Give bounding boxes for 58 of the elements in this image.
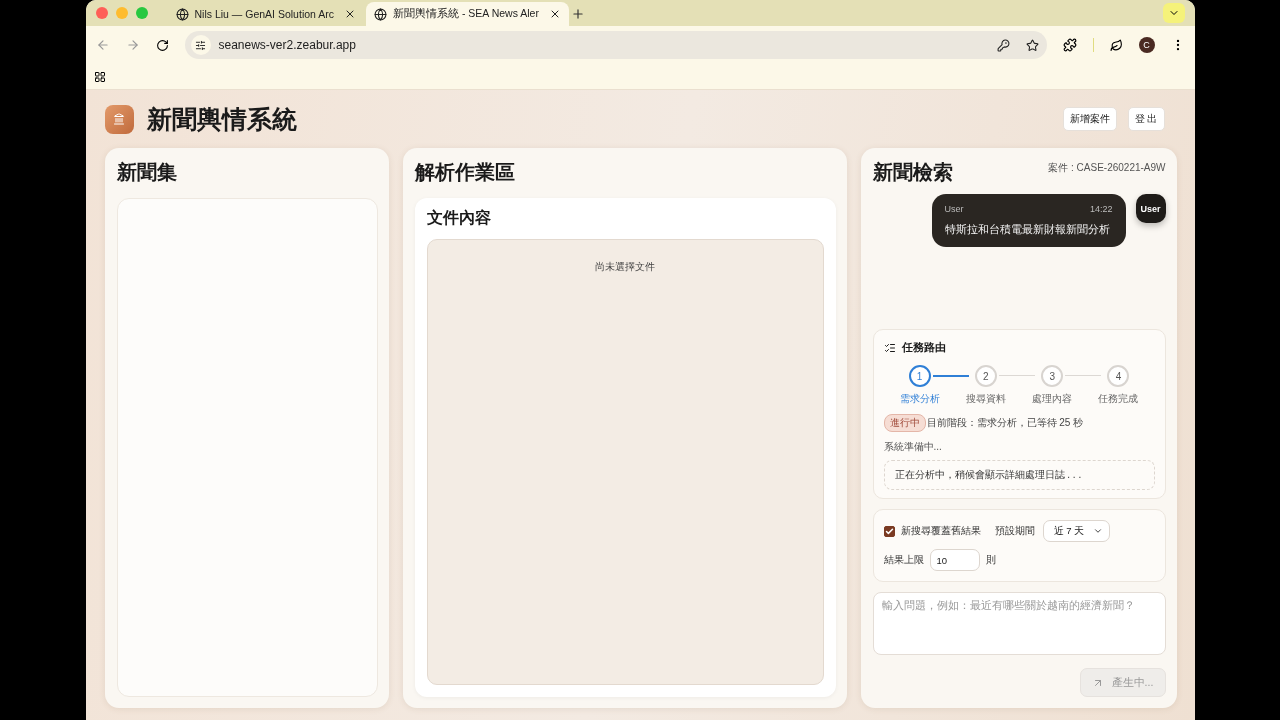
site-settings-icon[interactable] (190, 35, 211, 55)
address-bar[interactable]: seanews-ver2.zeabur.app (184, 31, 1047, 59)
reload-icon[interactable] (155, 38, 169, 52)
user-avatar: User (1135, 194, 1166, 223)
limit-label: 結果上限 (883, 553, 924, 567)
browser-tab[interactable]: Nils Liu — GenAI Solution Arc (167, 2, 364, 26)
period-select[interactable]: 近 7 天 (1042, 520, 1110, 542)
back-icon[interactable] (95, 38, 110, 52)
step-label: 任務完成 (1098, 392, 1139, 406)
message-text: 特斯拉和台積電最新財報新聞分析 (944, 222, 1111, 237)
log-text: 正在分析中，稍候會顯示詳細處理日誌 . . . (883, 460, 1155, 490)
browser-tab[interactable]: 新聞輿情系統 - SEA News Aler (366, 2, 569, 26)
panel-title: 新聞檢索 (872, 160, 953, 185)
step-number: 2 (974, 365, 997, 387)
step-connector (1065, 375, 1102, 376)
header-button[interactable]: 登 出 (1127, 107, 1165, 131)
key-icon[interactable] (996, 38, 1010, 52)
status-text: 目前階段：需求分析，已等待 25 秒 (926, 416, 1084, 430)
step-number: 3 (1041, 365, 1064, 387)
step-connector (998, 375, 1035, 376)
message-time: 14:22 (1089, 204, 1113, 214)
new-tab-icon[interactable] (570, 7, 585, 21)
step-label: 搜尋資料 (965, 392, 1006, 406)
case-label: 案件 : CASE-260221-A9W (1048, 161, 1166, 175)
empty-text: 尚未選擇文件 (595, 260, 655, 272)
sender-name: User (944, 204, 964, 214)
card-title: 文件內容 (426, 208, 492, 228)
routing-title: 任務路由 (901, 340, 946, 355)
step-label: 處理內容 (1032, 392, 1073, 406)
status-badge: 進行中 (883, 414, 926, 432)
forward-icon[interactable] (125, 38, 140, 52)
query-field[interactable]: 輸入問題，例如：最近有哪些關於越南的經濟新聞？ (872, 592, 1166, 655)
checkbox-label: 新搜尋覆蓋舊結果 (900, 524, 981, 538)
period-label: 預設期間 (994, 524, 1035, 538)
step-connector (932, 375, 969, 377)
sub-status: 系統準備中... (883, 440, 943, 454)
panel-title: 新聞集 (116, 160, 178, 185)
header-button[interactable]: 新增案件 (1062, 107, 1117, 131)
step-number: 4 (1107, 365, 1130, 387)
close-tab-icon[interactable] (344, 8, 356, 20)
bank-logo-icon (104, 104, 134, 134)
globe-icon (374, 7, 387, 21)
apps-icon[interactable] (93, 70, 106, 83)
app-title: 新聞輿情系統 (146, 103, 297, 135)
globe-icon (175, 7, 189, 21)
chevron-down-icon (1092, 526, 1103, 536)
panel-title: 解析作業區 (414, 160, 516, 185)
step-label: 需求分析 (899, 392, 940, 406)
extensions-icon[interactable] (1062, 38, 1077, 52)
tab-search-button[interactable] (1162, 3, 1185, 23)
limit-field[interactable]: 10 (929, 549, 980, 571)
step-number: 1 (908, 365, 931, 387)
checklist-icon (883, 341, 896, 354)
star-icon[interactable] (1025, 38, 1039, 52)
overwrite-checkbox[interactable] (883, 525, 895, 537)
profile-avatar[interactable]: C (1138, 37, 1155, 53)
limit-unit: 則 (985, 553, 996, 567)
leaf-icon[interactable] (1109, 38, 1123, 52)
